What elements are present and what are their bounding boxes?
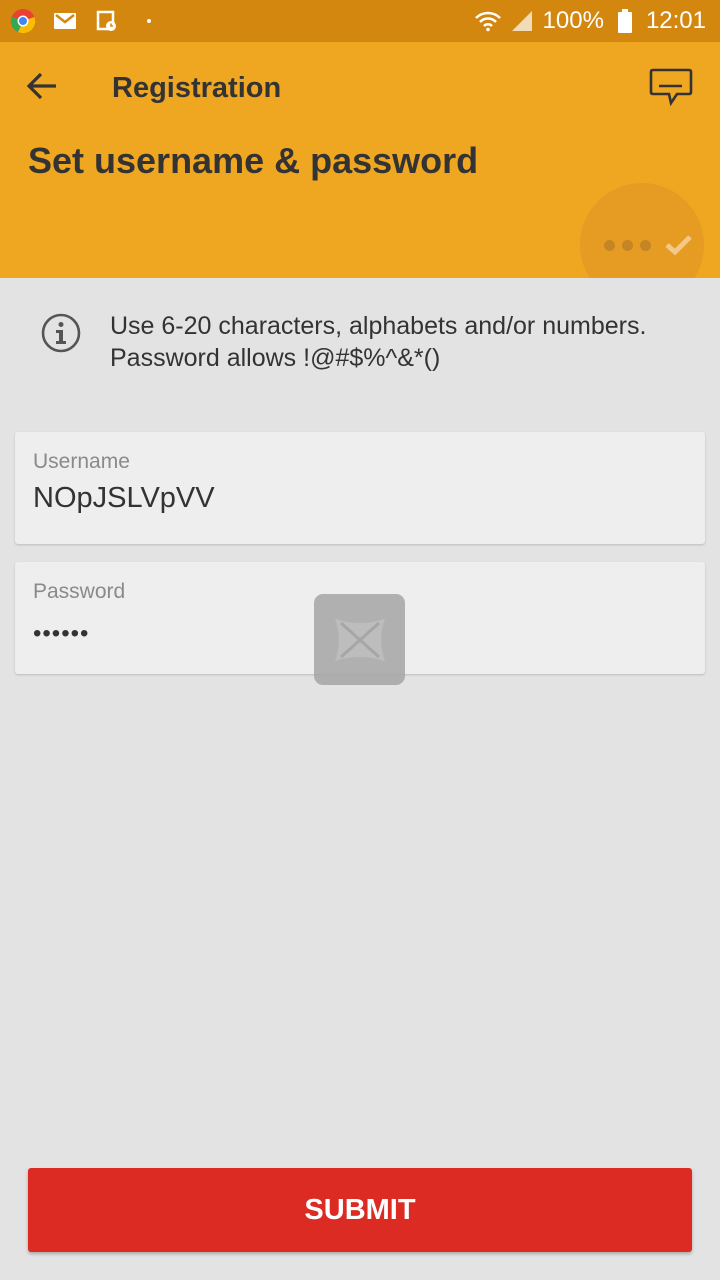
status-bar-right: 100% 12:01 <box>474 7 706 35</box>
loading-spinner <box>314 594 405 685</box>
step-progress-indicator <box>580 183 704 278</box>
status-bar-left <box>10 8 162 34</box>
info-text: Use 6-20 characters, alphabets and/or nu… <box>110 312 647 372</box>
password-input[interactable]: •••••• <box>33 620 89 648</box>
password-label: Password <box>33 580 126 603</box>
chat-bubble-icon <box>649 68 693 107</box>
gmail-icon <box>52 8 78 34</box>
chrome-icon <box>10 8 36 34</box>
status-bar: 100% 12:01 <box>0 0 720 42</box>
back-arrow-icon <box>26 72 56 100</box>
signal-icon <box>509 8 535 34</box>
username-field[interactable]: Username NOpJSLVpVV <box>15 432 705 544</box>
loading-logo-icon <box>334 618 385 661</box>
username-input[interactable]: NOpJSLVpVV <box>33 482 215 515</box>
checkmark-icon <box>665 235 692 256</box>
info-icon <box>41 313 81 353</box>
header-title: Registration <box>112 72 282 104</box>
back-button[interactable] <box>22 66 62 106</box>
info-hint: Use 6-20 characters, alphabets and/or nu… <box>40 310 680 374</box>
battery-icon <box>612 8 638 34</box>
step-dot-icon <box>640 240 651 251</box>
chat-button[interactable] <box>646 64 696 110</box>
calendar-clock-icon <box>94 8 120 34</box>
step-dot-icon <box>622 240 633 251</box>
submit-button[interactable]: SUBMIT <box>28 1168 692 1252</box>
step-dot-icon <box>604 240 615 251</box>
page-title: Set username & password <box>28 140 479 181</box>
status-time: 12:01 <box>645 7 706 34</box>
notification-dot-icon <box>136 8 162 34</box>
username-label: Username <box>33 450 130 473</box>
app-header: Registration Set username & password <box>0 42 720 278</box>
wifi-icon <box>474 8 501 34</box>
battery-percent: 100% <box>542 7 604 34</box>
